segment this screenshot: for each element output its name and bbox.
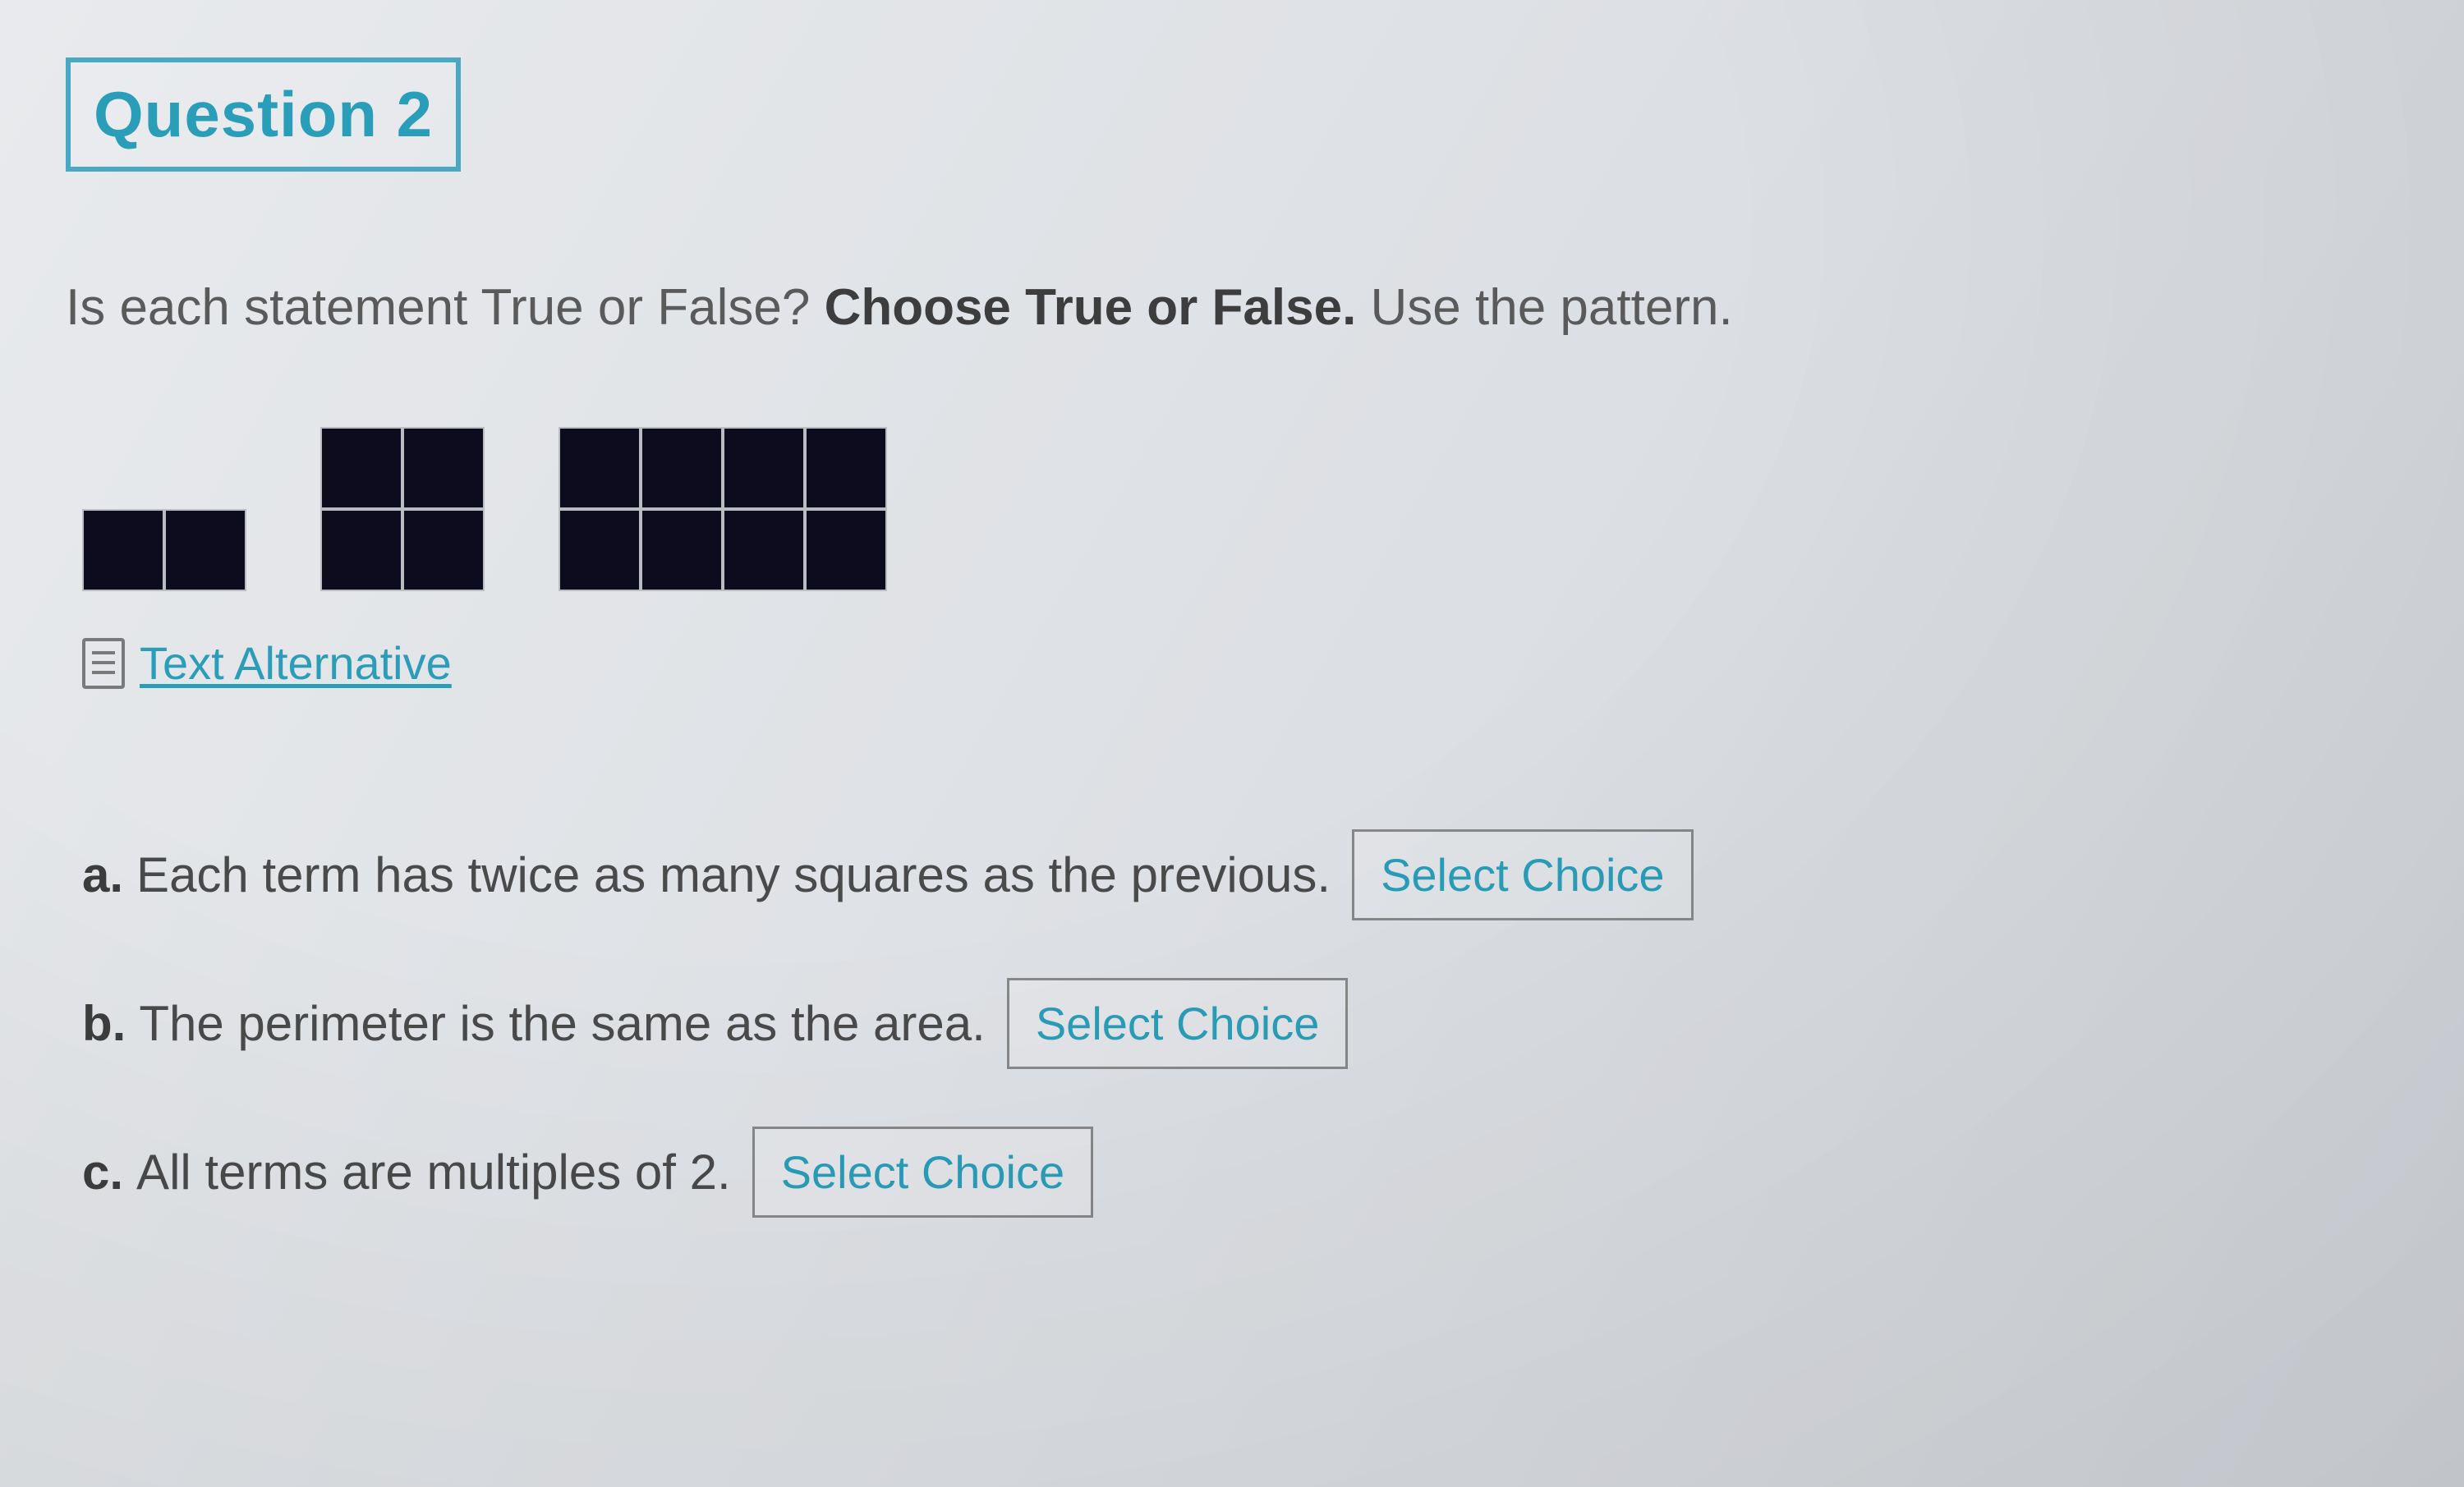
pattern-figures <box>66 427 2398 591</box>
square <box>805 509 887 591</box>
square <box>805 427 887 509</box>
square <box>723 427 805 509</box>
statement-item-a: a. Each term has twice as many squares a… <box>82 829 2398 920</box>
square <box>559 509 641 591</box>
select-choice-c[interactable]: Select Choice <box>752 1127 1094 1218</box>
item-text: Each term has twice as many squares as t… <box>136 847 1331 903</box>
square <box>320 427 402 509</box>
item-label: b. <box>82 995 126 1052</box>
question-badge: Question 2 <box>66 57 461 172</box>
select-choice-a[interactable]: Select Choice <box>1352 829 1694 920</box>
prompt-text-post: Use the pattern. <box>1356 279 1732 336</box>
square <box>641 427 723 509</box>
item-text: The perimeter is the same as the area. <box>139 995 986 1052</box>
square <box>320 509 402 591</box>
statement-list: a. Each term has twice as many squares a… <box>66 829 2398 1218</box>
item-label: a. <box>82 847 123 903</box>
square <box>559 427 641 509</box>
prompt-text-bold: Choose True or False. <box>825 279 1357 336</box>
square <box>82 509 164 591</box>
select-choice-b[interactable]: Select Choice <box>1007 978 1349 1069</box>
statement-item-b: b. The perimeter is the same as the area… <box>82 978 2398 1069</box>
square <box>402 427 485 509</box>
pattern-figure-3 <box>559 427 887 591</box>
square <box>641 509 723 591</box>
prompt-text-pre: Is each statement True or False? <box>66 279 825 336</box>
text-alternative-link[interactable]: Text Alternative <box>140 636 452 690</box>
square <box>164 509 246 591</box>
pattern-figure-1 <box>82 509 246 591</box>
question-container: Question 2 Is each statement True or Fal… <box>0 0 2464 1218</box>
question-prompt: Is each statement True or False? Choose … <box>66 278 2398 337</box>
document-icon <box>82 638 125 689</box>
item-label: c. <box>82 1144 123 1200</box>
pattern-figure-2 <box>320 427 485 591</box>
square <box>723 509 805 591</box>
text-alternative-row: Text Alternative <box>66 636 2398 690</box>
item-text: All terms are multiples of 2. <box>136 1144 731 1200</box>
statement-item-c: c. All terms are multiples of 2. Select … <box>82 1127 2398 1218</box>
square <box>402 509 485 591</box>
